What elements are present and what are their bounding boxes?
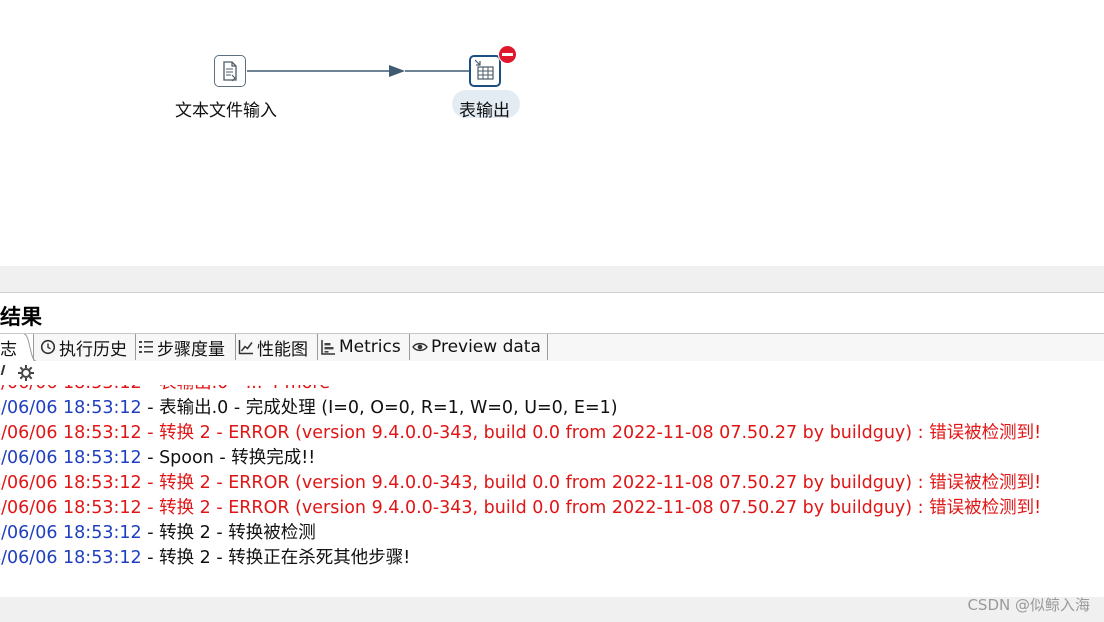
list-icon <box>138 339 154 355</box>
tab-preview-data[interactable]: Preview data <box>410 334 548 360</box>
step-label: 表输出 <box>459 101 510 121</box>
log-text-area[interactable]: 4/06/06 18:53:12 - 表输出.0 - ... 4 more 4/… <box>0 385 1104 597</box>
tab-step-metrics[interactable]: 步骤度量 <box>136 334 236 360</box>
results-tabbar: 志 执行历史 步骤度量 性能图 Metrics Preview data <box>0 333 1104 362</box>
log-line: 4/06/06 18:53:12 - 转换 2 - ERROR (version… <box>0 423 1042 443</box>
tab-execution-history[interactable]: 执行历史 <box>38 334 136 360</box>
tab-metrics[interactable]: Metrics <box>318 334 410 360</box>
chart-icon <box>238 339 254 355</box>
gear-icon[interactable] <box>17 364 35 386</box>
text-file-input-icon <box>214 55 246 87</box>
tab-log-curve <box>24 334 36 361</box>
eye-icon <box>412 339 428 355</box>
log-line: 4/06/06 18:53:12 - Spoon - 转换完成!! <box>0 448 316 468</box>
panel-title: 果结果 <box>0 305 42 329</box>
status-area <box>0 597 1104 622</box>
hop-arrow[interactable] <box>0 0 1104 266</box>
log-toolbar <box>0 361 1104 385</box>
metrics-icon <box>320 339 336 355</box>
log-line: 4/06/06 18:53:12 - 表输出.0 - 完成处理 (I=0, O=… <box>0 398 618 418</box>
watermark: CSDN @似鲸入海 <box>967 596 1090 614</box>
clock-icon <box>40 339 56 355</box>
transformation-canvas[interactable]: 文本文件输入 表输出 <box>0 0 1104 266</box>
tab-performance-graph[interactable]: 性能图 <box>236 334 318 360</box>
execution-results-panel: 果结果 志 执行历史 步骤度量 性能图 <box>0 293 1104 597</box>
step-label: 文本文件输入 <box>175 101 277 121</box>
table-output-icon <box>469 55 501 87</box>
log-line: 4/06/06 18:53:12 - 转换 2 - 转换被检测 <box>0 523 316 543</box>
log-line: 4/06/06 18:53:12 - 转换 2 - ERROR (version… <box>0 473 1042 493</box>
log-line: 4/06/06 18:53:12 - 转换 2 - 转换正在杀死其他步骤! <box>0 548 411 568</box>
log-line: 4/06/06 18:53:12 - 转换 2 - ERROR (version… <box>0 498 1042 518</box>
splitter-bar[interactable] <box>0 266 1104 293</box>
error-stop-icon <box>498 45 517 64</box>
toolbar-fragment-icon[interactable] <box>0 365 6 375</box>
log-line: 4/06/06 18:53:12 - 表输出.0 - ... 4 more <box>0 385 330 396</box>
